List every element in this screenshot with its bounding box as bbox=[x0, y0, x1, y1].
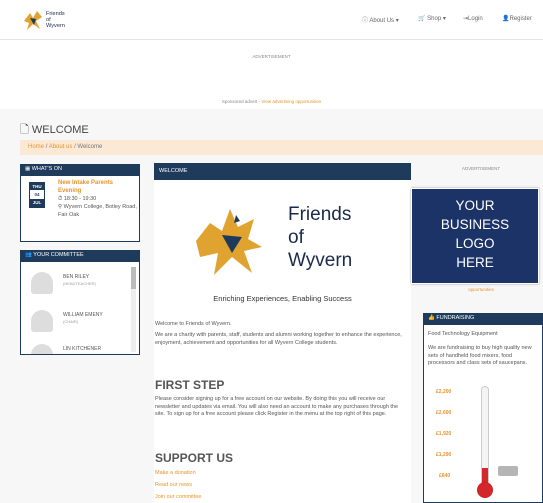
committee-title: YOUR COMMITTEE bbox=[33, 252, 84, 258]
member-role: (VICE CHAIR) bbox=[63, 353, 89, 354]
whats-on-panel: ▦ WHAT'S ON THU 04 JUL New Intake Parent… bbox=[20, 164, 140, 242]
breadcrumb-current: Welcome bbox=[77, 144, 103, 150]
scale-label: £1,920 bbox=[436, 431, 452, 437]
scale-label: £2,600 bbox=[436, 410, 452, 416]
donation-link[interactable]: Make a donation bbox=[155, 470, 196, 476]
scale-label: £2,200 bbox=[436, 389, 452, 395]
fundraising-panel: 👍 FUNDRAISING Food Technology Equipment … bbox=[423, 313, 543, 503]
committee-list[interactable]: BEN RILEY (HEADTEACHER) WILLIAM EMENY (C… bbox=[20, 261, 140, 355]
thumbs-up-icon: 👍 bbox=[428, 315, 435, 321]
placeholder-line: YOUR bbox=[455, 198, 495, 213]
breadcrumb-home[interactable]: Home bbox=[28, 144, 44, 150]
fundraising-header: 👍 FUNDRAISING bbox=[423, 313, 543, 324]
top-advert: ADVERTISEMENT Sponsored advert - View ad… bbox=[0, 40, 543, 109]
avatar bbox=[31, 344, 53, 354]
logo-line: Wyvern bbox=[288, 250, 353, 271]
nav-about-us[interactable]: ⓘ About Us ▾ bbox=[362, 15, 399, 24]
placeholder-line: LOGO bbox=[455, 236, 495, 251]
whats-on-header: ▦ WHAT'S ON bbox=[20, 164, 140, 175]
clock-icon: ⏱ bbox=[58, 196, 63, 202]
logo-line: of bbox=[288, 227, 304, 248]
thermometer-marker bbox=[498, 466, 518, 476]
sponsored-line: Sponsored advert - View advertising oppo… bbox=[0, 99, 543, 104]
intro-text: Welcome to Friends of Wyvern. bbox=[155, 321, 232, 327]
committee-link[interactable]: Join our committee bbox=[155, 494, 201, 500]
news-link[interactable]: Read our news bbox=[155, 482, 192, 488]
cart-icon: 🛒 bbox=[418, 16, 426, 22]
event-day: THU bbox=[30, 183, 44, 190]
advert-label: ADVERTISEMENT bbox=[252, 54, 291, 59]
thermometer-bulb bbox=[477, 482, 493, 498]
member-name: WILLIAM EMENY bbox=[63, 312, 103, 318]
nav-login-label: Login bbox=[468, 16, 483, 22]
first-step-heading: FIRST STEP bbox=[155, 378, 225, 392]
event-location-text: Wyvern College, Botley Road, Fair Oak bbox=[58, 204, 137, 218]
dragon-logo-icon bbox=[196, 209, 262, 275]
intro-paragraph: We are a charity with parents, staff, st… bbox=[155, 332, 402, 346]
info-icon: ⓘ bbox=[362, 18, 369, 24]
fundraising-title: FUNDRAISING bbox=[436, 315, 475, 321]
main-content: WELCOME Friends of Wyvern Enriching Expe… bbox=[154, 163, 411, 503]
users-icon: 👥 bbox=[25, 252, 32, 258]
fundraising-item: Food Technology Equipment bbox=[428, 331, 498, 337]
first-step-paragraph: Please consider signing up for a free ac… bbox=[155, 396, 399, 418]
nav-shop[interactable]: 🛒 Shop ▾ bbox=[418, 15, 446, 22]
side-advert-link[interactable]: opportunities bbox=[419, 287, 543, 292]
placeholder-line: HERE bbox=[456, 255, 494, 270]
nav-shop-label: Shop bbox=[427, 16, 442, 22]
main-header: WELCOME bbox=[154, 163, 411, 180]
logo-wordmark: Friends of Wyvern bbox=[288, 203, 352, 272]
event-date-badge: THU 04 JUL bbox=[29, 182, 45, 208]
dragon-logo-icon[interactable] bbox=[22, 9, 44, 33]
scale-label: £640 bbox=[439, 473, 451, 479]
nav-about-label: About Us bbox=[369, 18, 395, 24]
event-month: JUL bbox=[30, 199, 44, 207]
placeholder-line: BUSINESS bbox=[440, 217, 510, 232]
nav-login[interactable]: ⇥Login bbox=[463, 15, 483, 22]
committee-header: 👥 YOUR COMMITTEE bbox=[20, 250, 140, 261]
file-icon: 🗋 bbox=[20, 124, 29, 136]
thermometer-tube bbox=[481, 386, 489, 487]
map-pin-icon: ⚲ bbox=[58, 204, 63, 210]
caret-down-icon: ▾ bbox=[442, 16, 446, 22]
event-location: ⚲ Wyvern College, Botley Road, Fair Oak bbox=[58, 204, 138, 219]
tagline: Enriching Experiences, Enabling Success bbox=[213, 294, 352, 303]
member-name: LIN KITCHENER bbox=[63, 346, 102, 352]
side-advert-label: ADVERTISEMENT bbox=[461, 166, 501, 171]
navbar: Friends of Wyvern ⓘ About Us ▾ 🛒 Shop ▾ … bbox=[0, 0, 543, 40]
scrollbar-thumb[interactable] bbox=[131, 267, 136, 289]
breadcrumb-about[interactable]: About us bbox=[49, 144, 73, 150]
event-title[interactable]: New Intake Parents Evening bbox=[58, 179, 136, 195]
event-date: 04 bbox=[34, 192, 40, 197]
nav-register[interactable]: 👤Register bbox=[502, 15, 532, 22]
whats-on-title: WHAT'S ON bbox=[31, 166, 63, 172]
breadcrumb: Home / About us / Welcome bbox=[20, 140, 543, 155]
page-title: 🗋 WELCOME bbox=[20, 121, 89, 140]
member-name: BEN RILEY bbox=[63, 274, 90, 280]
advertising-link[interactable]: View advertising opportunities bbox=[261, 99, 321, 104]
committee-panel: 👥 YOUR COMMITTEE BEN RILEY (HEADTEACHER)… bbox=[20, 250, 140, 355]
business-logo-placeholder[interactable]: YOUR BUSINESS LOGO HERE bbox=[411, 188, 539, 284]
scale-label: £1,290 bbox=[436, 452, 452, 458]
avatar bbox=[31, 272, 53, 294]
caret-down-icon: ▾ bbox=[395, 18, 399, 24]
fundraising-body: Food Technology Equipment We are fundrai… bbox=[423, 324, 543, 503]
brand-line: Wyvern bbox=[46, 23, 65, 29]
event-time-text: 18:30 - 19:30 bbox=[63, 196, 97, 202]
page-title-text: WELCOME bbox=[31, 124, 89, 136]
calendar-icon: ▦ bbox=[25, 166, 31, 172]
whats-on-body: THU 04 JUL New Intake Parents Evening ⏱ … bbox=[20, 175, 140, 242]
member-role: (HEADTEACHER) bbox=[63, 281, 96, 286]
committee-scrollbar[interactable] bbox=[131, 267, 136, 352]
sponsored-text: Sponsored advert - bbox=[221, 99, 261, 104]
member-role: (CHAIR) bbox=[63, 319, 79, 324]
avatar bbox=[31, 310, 53, 332]
brand-name[interactable]: Friends of Wyvern bbox=[46, 11, 65, 29]
support-heading: SUPPORT US bbox=[155, 451, 234, 465]
event-time: ⏱ 18:30 - 19:30 bbox=[58, 196, 96, 203]
nav-register-label: Register bbox=[509, 16, 532, 22]
logo-line: Friends bbox=[288, 204, 352, 225]
right-sidebar: ADVERTISEMENT YOUR BUSINESS LOGO HERE op… bbox=[411, 163, 543, 503]
fundraising-text: We are fundraising to buy high quality n… bbox=[428, 345, 532, 366]
